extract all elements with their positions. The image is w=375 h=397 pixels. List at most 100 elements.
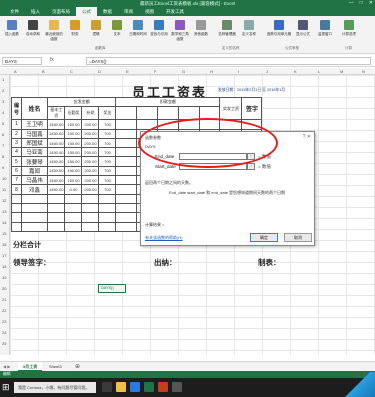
sheet-tab-sheet3[interactable]: Sheet3 [44,362,67,371]
cell-value[interactable]: 200.00 [81,165,100,177]
cell[interactable] [115,212,138,223]
row-header[interactable]: 15 [2,231,6,236]
windows-start-icon[interactable]: ⊞ [2,382,10,393]
cell-value[interactable]: 700 [98,175,117,186]
cell[interactable] [115,119,138,130]
cell-value[interactable]: 700 [98,128,117,139]
row-header[interactable]: 11 [2,187,6,192]
row-header[interactable]: 13 [2,209,6,214]
define-name-button[interactable]: 定义名称 [240,20,258,44]
maximize-button[interactable]: □ [360,0,363,6]
row-header[interactable]: 24 [2,330,6,335]
cell-num[interactable]: 6 [11,165,22,177]
close-button[interactable]: ✕ [369,0,373,6]
cell[interactable] [11,202,22,214]
file-explorer-icon[interactable] [116,382,126,392]
cell[interactable] [21,221,48,232]
header-num[interactable]: 编号 [11,96,22,121]
cell[interactable] [157,119,179,130]
range-select-icon[interactable]: ↑ [247,163,255,170]
row-header[interactable]: 10 [2,176,6,181]
cell-value[interactable]: 200.00 [81,119,100,130]
row-header[interactable]: 5 [2,121,4,126]
cell[interactable] [98,202,117,214]
cell-value[interactable]: 1450.00 [46,156,66,167]
edge-icon[interactable] [130,382,140,392]
header-cell[interactable] [177,106,200,121]
cell-num[interactable]: 3 [11,137,22,149]
column-header[interactable]: A [14,69,17,74]
header-name[interactable]: 姓名 [21,96,48,121]
cell[interactable] [115,165,138,177]
financial-button[interactable]: 财务 [66,20,84,44]
cell-value[interactable]: 700 [98,137,117,149]
row-header[interactable]: 12 [2,198,6,203]
cell[interactable] [115,202,138,214]
cell[interactable] [98,221,117,232]
column-header[interactable]: K [294,69,297,74]
cell-value[interactable]: 200.00 [81,128,100,139]
cell[interactable] [115,193,138,204]
insert-function-button[interactable]: 插入函数 [3,20,21,44]
cell-value[interactable]: 1450.00 [46,128,66,139]
row-header[interactable]: 6 [2,132,4,137]
row-header[interactable]: 14 [2,220,6,225]
row-header[interactable]: 23 [2,319,6,324]
cell-value[interactable]: 150.00 [64,165,83,177]
column-header[interactable]: J [266,69,268,74]
tab-insert[interactable]: 插入 [25,7,46,16]
cell-num[interactable]: 1 [11,119,22,130]
header-attendance[interactable]: 业勤奖 [64,106,83,121]
row-header[interactable]: 20 [2,286,6,291]
cell-value[interactable]: 700 [98,184,117,195]
ok-button[interactable]: 确定 [250,233,278,242]
row-header[interactable]: 25 [2,341,6,346]
math-trig-button[interactable]: 数学和三角函数 [171,20,189,44]
recent-functions-button[interactable]: 最近使用的函数 [45,20,63,44]
end-date-input[interactable] [179,153,247,160]
cell[interactable] [64,202,83,214]
cell[interactable] [136,119,159,130]
add-sheet-icon[interactable]: ⊕ [70,361,85,370]
cell-name[interactable]: 邓鑫 [21,184,48,195]
range-select-icon[interactable]: ↑ [247,153,255,160]
cell-value[interactable]: 150.00 [64,137,83,149]
cell[interactable] [81,212,100,223]
tab-file[interactable]: 文件 [4,7,25,16]
cell-value[interactable]: 1450.00 [46,137,66,149]
cell-value[interactable]: 1450.00 [46,165,66,177]
cell-num[interactable]: 5 [11,156,22,167]
logical-button[interactable]: 逻辑 [87,20,105,44]
cell-value[interactable]: 200.00 [81,147,100,158]
cell-name[interactable]: 马晶伟 [21,175,48,186]
cell[interactable] [115,128,138,139]
cell-value[interactable]: 0.00 [64,184,83,195]
cell-value[interactable]: 200.00 [81,156,100,167]
cell[interactable] [21,212,48,223]
cell[interactable] [115,156,138,167]
row-header[interactable]: 16 [2,242,6,247]
column-header[interactable]: B [42,69,45,74]
lookup-button[interactable]: 查找与引用 [150,20,168,44]
cell-value[interactable]: 200.00 [81,175,100,186]
cell[interactable] [11,212,22,223]
cell-value[interactable]: 700 [98,156,117,167]
sheet-tab-may-salary[interactable]: 5月工资 [18,362,43,371]
name-box[interactable]: DAYS [2,57,42,65]
trace-precedents-button[interactable]: 追踪引用单元格 [266,20,292,44]
column-header[interactable]: L [318,69,320,74]
cell-num[interactable]: 2 [11,128,22,139]
header-cell[interactable] [198,106,221,121]
cortana-search-box[interactable]: 我是 Cortana，小娜。有问题尽管问我。 [14,382,96,393]
column-header[interactable]: N [362,69,365,74]
powerpoint-icon[interactable] [158,382,168,392]
cell-value[interactable]: 200.00 [81,137,100,149]
cell[interactable] [46,202,66,214]
sheet-nav-arrows[interactable]: ◀ ▶ [3,364,10,369]
tab-data[interactable]: 数据 [97,7,118,16]
cell[interactable] [98,193,117,204]
app-icon[interactable] [172,382,182,392]
cell[interactable] [64,193,83,204]
header-cell[interactable] [136,106,159,121]
row-header[interactable]: 22 [2,308,6,313]
